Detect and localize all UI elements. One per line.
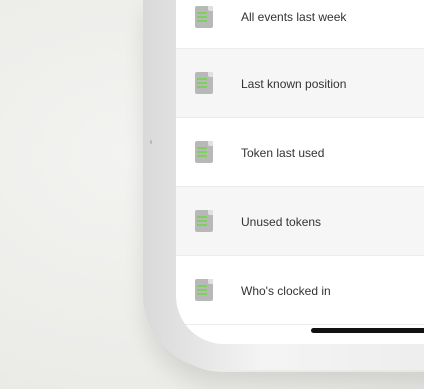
report-doc-icon xyxy=(195,72,213,94)
report-doc-icon xyxy=(195,6,213,28)
report-item-unused-tokens[interactable]: Unused tokens xyxy=(176,187,424,256)
phone-screen: All events last week Last known position… xyxy=(176,0,424,344)
report-item-label: Who's clocked in xyxy=(241,284,331,298)
home-indicator[interactable] xyxy=(311,328,424,333)
report-doc-icon xyxy=(195,279,213,301)
report-item-label: Last known position xyxy=(241,77,347,91)
report-doc-icon xyxy=(195,141,213,163)
report-item-label: All events last week xyxy=(241,10,347,24)
report-item-all-events-last-week[interactable]: All events last week xyxy=(176,0,424,49)
report-item-label: Token last used xyxy=(241,146,325,160)
phone-side-sensor xyxy=(150,140,152,144)
report-item-last-known-position[interactable]: Last known position xyxy=(176,49,424,118)
report-doc-icon xyxy=(195,210,213,232)
report-item-token-last-used[interactable]: Token last used xyxy=(176,118,424,187)
report-item-label: Unused tokens xyxy=(241,215,322,229)
report-item-whos-clocked-in[interactable]: Who's clocked in xyxy=(176,256,424,325)
report-list: All events last week Last known position… xyxy=(176,0,424,325)
